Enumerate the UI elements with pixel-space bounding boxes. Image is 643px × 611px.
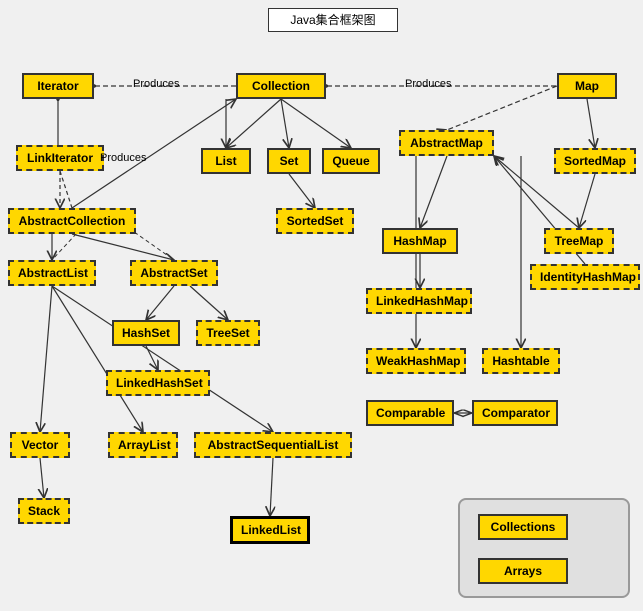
linkedlist-node: LinkedList <box>230 516 310 544</box>
vector-node: Vector <box>10 432 70 458</box>
abstractmap-node: AbstractMap <box>399 130 494 156</box>
abstractlist-node: AbstractList <box>8 260 96 286</box>
treemap-node: TreeMap <box>544 228 614 254</box>
comparable-node: Comparable <box>366 400 454 426</box>
iterator-node: Iterator <box>22 73 94 99</box>
queue-node: Queue <box>322 148 380 174</box>
produces-label-2: Produces <box>405 78 451 90</box>
abstractset-node: AbstractSet <box>130 260 218 286</box>
sortedmap-node: SortedMap <box>554 148 636 174</box>
linkedhashset-node: LinkedHashSet <box>106 370 210 396</box>
title-box: Java集合框架图 <box>268 8 398 32</box>
hashtable-node: Hashtable <box>482 348 560 374</box>
comparator-node: Comparator <box>472 400 558 426</box>
canvas: Java集合框架图 <box>0 0 643 611</box>
hashmap-node: HashMap <box>382 228 458 254</box>
abstractcollection-node: AbstractCollection <box>8 208 136 234</box>
map-node: Map <box>557 73 617 99</box>
collection-node: Collection <box>236 73 326 99</box>
set-node: Set <box>267 148 311 174</box>
collections-node: Collections <box>478 514 568 540</box>
produces-label-3: Produces <box>100 152 146 164</box>
abstractsequentiallist-node: AbstractSequentialList <box>194 432 352 458</box>
arraylist-node: ArrayList <box>108 432 178 458</box>
linkiterator-node: LinkIterator <box>16 145 104 171</box>
sortedset-node: SortedSet <box>276 208 354 234</box>
identityhashmap-node: IdentityHashMap <box>530 264 640 290</box>
linkedhashmap-node: LinkedHashMap <box>366 288 472 314</box>
produces-label-1: Produces <box>133 78 179 90</box>
treeset-node: TreeSet <box>196 320 260 346</box>
arrays-node: Arrays <box>478 558 568 584</box>
hashset-node: HashSet <box>112 320 180 346</box>
list-node: List <box>201 148 251 174</box>
title-text: Java集合框架图 <box>290 13 375 27</box>
stack-node: Stack <box>18 498 70 524</box>
weakhashmap-node: WeakHashMap <box>366 348 466 374</box>
legend-box: Collections Arrays <box>458 498 630 598</box>
